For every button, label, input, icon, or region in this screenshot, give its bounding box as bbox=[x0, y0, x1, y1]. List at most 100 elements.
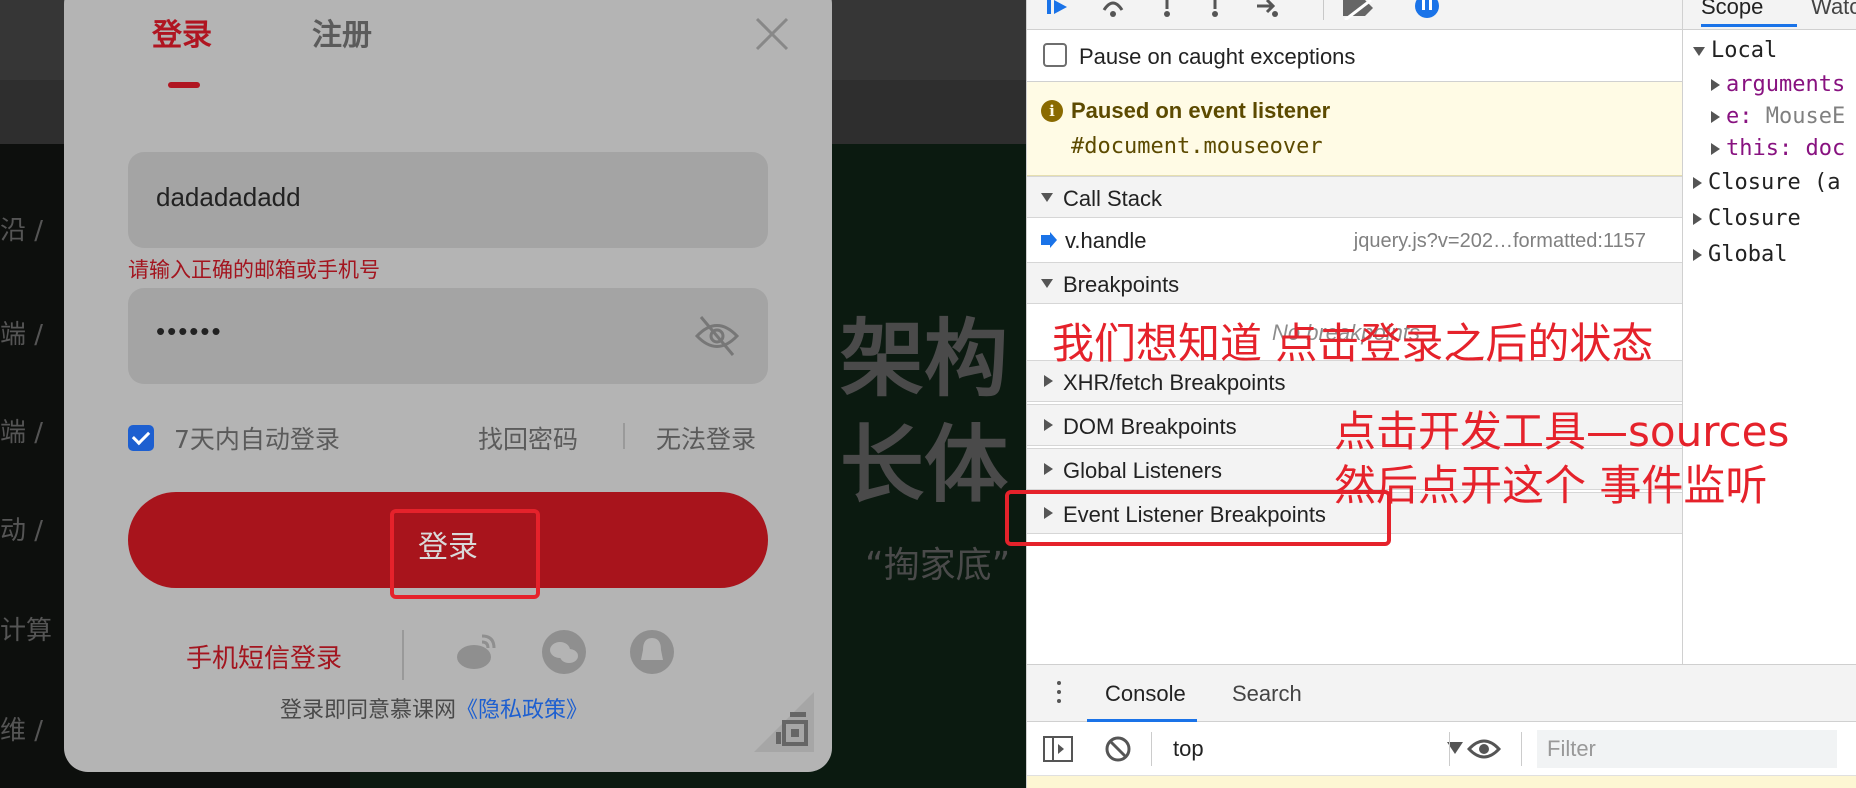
eye-off-icon[interactable] bbox=[693, 313, 741, 359]
category-item[interactable]: 端 / bbox=[0, 314, 43, 351]
weibo-icon[interactable] bbox=[454, 630, 498, 674]
context-selector[interactable]: top bbox=[1173, 730, 1463, 766]
privacy-policy-link[interactable]: 《隐私政策》 bbox=[456, 698, 588, 723]
sources-empty-area bbox=[1027, 534, 1682, 664]
deactivate-breakpoints-icon[interactable] bbox=[1341, 0, 1375, 20]
collapsed-triangle-icon bbox=[1693, 213, 1702, 225]
frame-location-link[interactable]: jquery.js?v=202…formatted:1157 bbox=[1354, 230, 1646, 253]
scope-closure[interactable]: Closure bbox=[1693, 206, 1801, 231]
wechat-icon[interactable] bbox=[542, 630, 586, 674]
privacy-agreement: 登录即同意慕课网《隐私政策》 bbox=[280, 692, 588, 724]
active-tab-indicator bbox=[168, 82, 200, 88]
remember-label: 7天内自动登录 bbox=[174, 425, 340, 454]
current-frame-arrow-icon bbox=[1041, 232, 1057, 248]
scope-global[interactable]: Global bbox=[1693, 242, 1787, 267]
banner-tagline: “掏家底” bbox=[865, 545, 1011, 586]
toolbar-separator bbox=[1151, 732, 1152, 766]
banner-headline: 长体 bbox=[840, 416, 1009, 514]
tab-watch[interactable]: Watch bbox=[1811, 0, 1856, 20]
collapsed-triangle-icon bbox=[1044, 375, 1053, 387]
info-icon: i bbox=[1041, 100, 1063, 122]
step-out-icon[interactable] bbox=[1203, 0, 1227, 20]
step-over-icon[interactable] bbox=[1101, 0, 1125, 20]
category-item[interactable]: 维 / bbox=[0, 710, 43, 747]
remember-me[interactable]: 7天内自动登录 bbox=[128, 420, 340, 456]
toolbar-separator bbox=[1323, 0, 1324, 20]
resume-icon[interactable] bbox=[1045, 0, 1069, 20]
scope-closure-a[interactable]: Closure (a bbox=[1693, 170, 1840, 195]
scope-local[interactable]: Local bbox=[1693, 38, 1777, 63]
agreement-text: 登录即同意慕课网 bbox=[280, 698, 457, 723]
web-page: 沿 / 端 / 端 / 动 / 计算 维 / 架构 长体 “掏家底” 登录 注册… bbox=[0, 0, 1026, 788]
frame-function-name: v.handle bbox=[1065, 228, 1147, 253]
tab-console[interactable]: Console bbox=[1105, 681, 1186, 707]
close-icon[interactable] bbox=[754, 16, 790, 52]
section-label: XHR/fetch Breakpoints bbox=[1063, 370, 1286, 395]
email-field[interactable]: dadadadadd bbox=[128, 152, 768, 248]
console-toolbar: top bbox=[1027, 722, 1856, 776]
category-item[interactable]: 沿 / bbox=[0, 210, 43, 247]
tab-login[interactable]: 登录 bbox=[152, 10, 212, 54]
pause-on-caught-row[interactable]: Pause on caught exceptions bbox=[1027, 30, 1682, 82]
section-label: Call Stack bbox=[1063, 186, 1163, 211]
annotation-text: 点击开发工具—sources bbox=[1334, 407, 1790, 456]
more-menu-icon[interactable] bbox=[1057, 681, 1061, 705]
tab-scope[interactable]: Scope bbox=[1701, 0, 1797, 27]
password-field[interactable]: •••••• bbox=[128, 288, 768, 384]
context-value: top bbox=[1173, 736, 1204, 761]
tab-search[interactable]: Search bbox=[1232, 681, 1302, 707]
step-into-icon[interactable] bbox=[1155, 0, 1179, 20]
password-mask: •••••• bbox=[156, 316, 223, 346]
scope-this-variable[interactable]: this: doc bbox=[1711, 136, 1845, 161]
qq-icon[interactable] bbox=[630, 630, 674, 674]
live-expression-eye-icon[interactable] bbox=[1467, 736, 1501, 762]
pause-on-caught-label: Pause on caught exceptions bbox=[1079, 44, 1356, 69]
section-breakpoints[interactable]: Breakpoints bbox=[1027, 262, 1682, 304]
collapsed-triangle-icon bbox=[1693, 177, 1702, 189]
collapsed-triangle-icon bbox=[1711, 143, 1720, 155]
section-label: Breakpoints bbox=[1063, 272, 1180, 297]
expanded-triangle-icon bbox=[1693, 46, 1705, 56]
cannot-login-link[interactable]: 无法登录 bbox=[656, 420, 756, 456]
collapsed-triangle-icon bbox=[1711, 111, 1720, 123]
section-label: Global Listeners bbox=[1063, 458, 1222, 483]
drawer-tabbar: Console Search bbox=[1027, 664, 1856, 722]
paused-detail: #document.mouseover bbox=[1071, 134, 1323, 159]
console-filter-input[interactable] bbox=[1537, 730, 1837, 768]
category-item[interactable]: 动 / bbox=[0, 510, 43, 547]
paused-title: Paused on event listener bbox=[1071, 98, 1331, 123]
toolbar-separator bbox=[1449, 732, 1450, 766]
annotation-text: 我们想知道 点击登录之后的状态 bbox=[1052, 319, 1654, 368]
login-modal: 登录 注册 dadadadadd 请输入正确的邮箱或手机号 •••••• 7天内… bbox=[64, 0, 832, 772]
sms-login-link[interactable]: 手机短信登录 bbox=[186, 638, 342, 675]
pause-on-caught-checkbox[interactable] bbox=[1043, 43, 1067, 67]
section-call-stack[interactable]: Call Stack bbox=[1027, 176, 1682, 218]
step-icon[interactable] bbox=[1255, 0, 1279, 20]
forgot-password-link[interactable]: 找回密码 bbox=[478, 420, 578, 456]
scope-event-variable[interactable]: e: MouseE bbox=[1711, 104, 1845, 129]
banner-headline: 架构 bbox=[840, 310, 1009, 408]
call-frame-row[interactable]: v.handle jquery.js?v=202…formatted:1157 bbox=[1027, 218, 1682, 262]
pause-on-exceptions-icon[interactable] bbox=[1415, 0, 1439, 20]
devtools-panel: Pause on caught exceptions i Paused on e… bbox=[1005, 0, 1856, 788]
scope-pane: Scope Watch Local arguments e: MouseE th… bbox=[1682, 0, 1856, 664]
console-sidebar-icon[interactable] bbox=[1043, 736, 1073, 762]
email-value: dadadadadd bbox=[156, 182, 301, 212]
divider bbox=[402, 630, 404, 680]
paused-status: i Paused on event listener #document.mou… bbox=[1027, 82, 1682, 176]
scope-arguments[interactable]: arguments bbox=[1711, 72, 1845, 97]
category-item[interactable]: 计算 bbox=[0, 610, 52, 647]
divider bbox=[623, 423, 625, 449]
toolbar-separator bbox=[1521, 732, 1522, 766]
collapsed-triangle-icon bbox=[1044, 419, 1053, 431]
tab-register[interactable]: 注册 bbox=[312, 10, 372, 54]
qr-code-icon[interactable] bbox=[754, 692, 814, 752]
remember-checkbox[interactable] bbox=[128, 425, 154, 451]
clear-console-icon[interactable] bbox=[1105, 736, 1131, 762]
collapsed-triangle-icon bbox=[1693, 249, 1702, 261]
category-item[interactable]: 端 / bbox=[0, 412, 43, 449]
collapsed-triangle-icon bbox=[1711, 79, 1720, 91]
section-label: DOM Breakpoints bbox=[1063, 414, 1237, 439]
collapsed-triangle-icon bbox=[1044, 463, 1053, 475]
console-warning-strip bbox=[1027, 776, 1856, 788]
